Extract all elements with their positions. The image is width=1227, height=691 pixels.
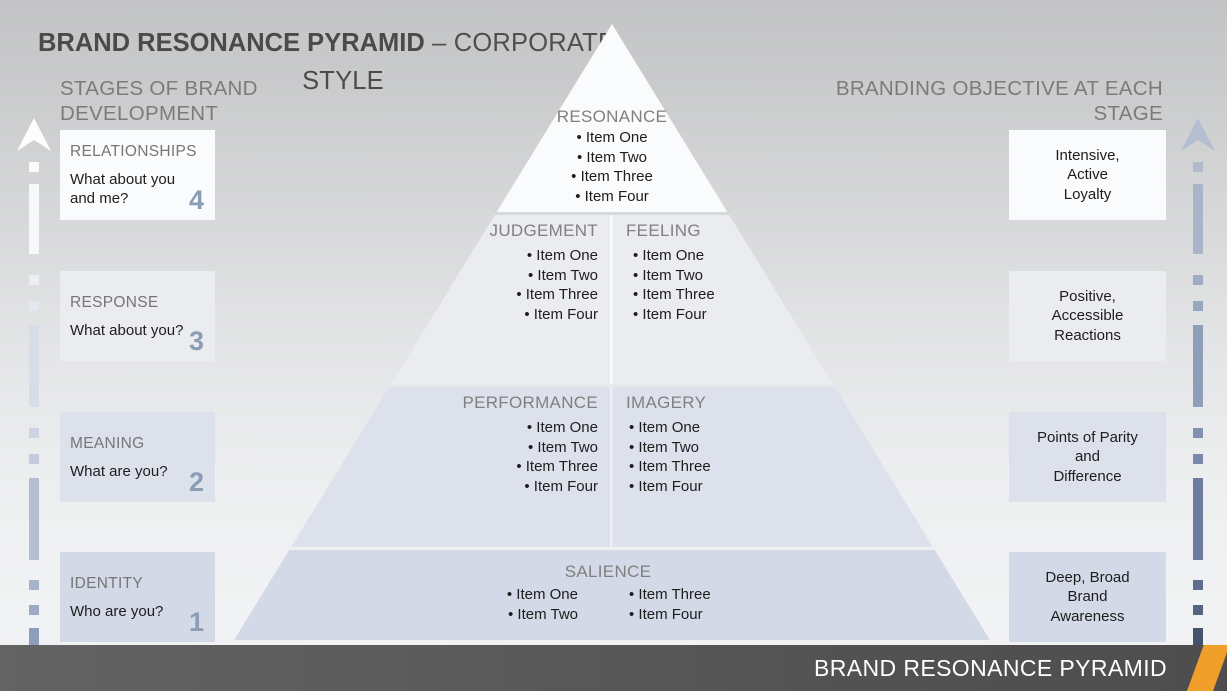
- list-item: • Item One: [576, 129, 648, 146]
- list-item: • Item Two: [633, 266, 703, 284]
- stage-box-response[interactable]: RESPONSE What about you? 3: [60, 271, 215, 361]
- stage-number: 3: [188, 326, 204, 356]
- objective-text: Deep, Broad Brand Awareness: [1045, 568, 1130, 625]
- pyramid-items-salience-col1: • Item One • Item Two: [428, 585, 578, 624]
- list-item: • Item Three: [571, 168, 653, 186]
- footer-title: BRAND RESONANCE PYRAMID: [814, 655, 1167, 681]
- list-item: • Item One: [526, 419, 598, 436]
- pyramid-items-resonance: • Item One • Item Two • Item Three • Ite…: [512, 128, 712, 206]
- pyramid-items-imagery: • Item One • Item Two • Item Three • Ite…: [629, 418, 829, 496]
- list-item: • Item One: [526, 247, 598, 264]
- stage-question: Who are you?: [70, 602, 164, 620]
- stage-question: What about you?: [70, 321, 184, 339]
- slide-canvas: BRAND RESONANCE PYRAMID – CORPORATE STYL…: [0, 0, 1227, 691]
- stage-name: MEANING: [70, 434, 145, 452]
- stage-name: IDENTITY: [70, 574, 144, 592]
- list-item: • Item Three: [516, 458, 598, 476]
- pyramid-label-judgement: JUDGEMENT: [489, 221, 598, 240]
- stage-box-meaning[interactable]: MEANING What are you? 2: [60, 412, 215, 502]
- stage-number: 4: [188, 185, 204, 215]
- stage-question: What about you and me?: [70, 171, 176, 207]
- list-item: • Item One: [629, 419, 701, 436]
- objective-text: Points of Parity and Difference: [1037, 428, 1138, 485]
- pyramid-items-salience-col2: • Item Three • Item Four: [629, 585, 779, 624]
- pyramid-items-judgement: • Item One • Item Two • Item Three • Ite…: [398, 246, 598, 324]
- list-item: • Item Two: [528, 438, 598, 456]
- stage-box-identity[interactable]: IDENTITY Who are you? 1: [60, 552, 215, 642]
- list-item: • Item Three: [516, 286, 598, 304]
- left-progress-arrow-icon: [17, 118, 51, 646]
- objective-box-intensive-active-loyalty[interactable]: Intensive, Active Loyalty: [1009, 130, 1166, 220]
- orange-accent-slash-icon: [1184, 645, 1227, 691]
- pyramid-label-resonance: RESONANCE: [556, 107, 668, 126]
- stage-name: RELATIONSHIPS: [70, 143, 197, 160]
- list-item: • Item Two: [508, 605, 578, 623]
- list-item: • Item Four: [633, 305, 707, 323]
- footer-bar: BRAND RESONANCE PYRAMID: [0, 645, 1227, 691]
- list-item: • Item Three: [629, 586, 711, 603]
- list-item: • Item Two: [577, 148, 647, 166]
- list-item: • Item Four: [524, 477, 598, 495]
- list-item: • Item One: [633, 247, 705, 264]
- list-item: • Item Two: [528, 266, 598, 284]
- stage-number: 2: [188, 467, 204, 497]
- pyramid-label-imagery: IMAGERY: [626, 393, 707, 412]
- list-item: • Item One: [506, 586, 578, 603]
- pyramid-items-performance: • Item One • Item Two • Item Three • Ite…: [398, 418, 598, 496]
- stage-box-relationships[interactable]: RELATIONSHIPS What about you and me? 4: [60, 130, 215, 220]
- pyramid-label-salience: SALIENCE: [564, 562, 652, 581]
- pyramid-divider-tier2: [610, 215, 613, 384]
- pyramid-label-feeling: FEELING: [626, 221, 701, 240]
- list-item: • Item Four: [629, 477, 703, 495]
- objective-text: Positive, Accessible Reactions: [1051, 287, 1124, 344]
- list-item: • Item Three: [629, 458, 711, 476]
- list-item: • Item Three: [633, 286, 715, 304]
- stage-number: 1: [188, 607, 204, 637]
- objective-text: Intensive, Active Loyalty: [1055, 146, 1120, 203]
- objective-box-deep-broad-brand-awareness[interactable]: Deep, Broad Brand Awareness: [1009, 552, 1166, 642]
- objective-box-points-of-parity-and-difference[interactable]: Points of Parity and Difference: [1009, 412, 1166, 502]
- pyramid-label-performance: PERFORMANCE: [462, 393, 598, 412]
- stage-name: RESPONSE: [70, 293, 159, 311]
- list-item: • Item Four: [629, 605, 703, 623]
- stage-question: What are you?: [70, 462, 168, 480]
- list-item: • Item Four: [524, 305, 598, 323]
- right-progress-arrow-icon: [1181, 118, 1215, 646]
- list-item: • Item Two: [629, 438, 699, 456]
- list-item: • Item Four: [575, 187, 649, 205]
- objective-box-positive-accessible-reactions[interactable]: Positive, Accessible Reactions: [1009, 271, 1166, 361]
- pyramid-divider-tier3: [610, 387, 613, 547]
- pyramid-items-feeling: • Item One • Item Two • Item Three • Ite…: [633, 246, 833, 324]
